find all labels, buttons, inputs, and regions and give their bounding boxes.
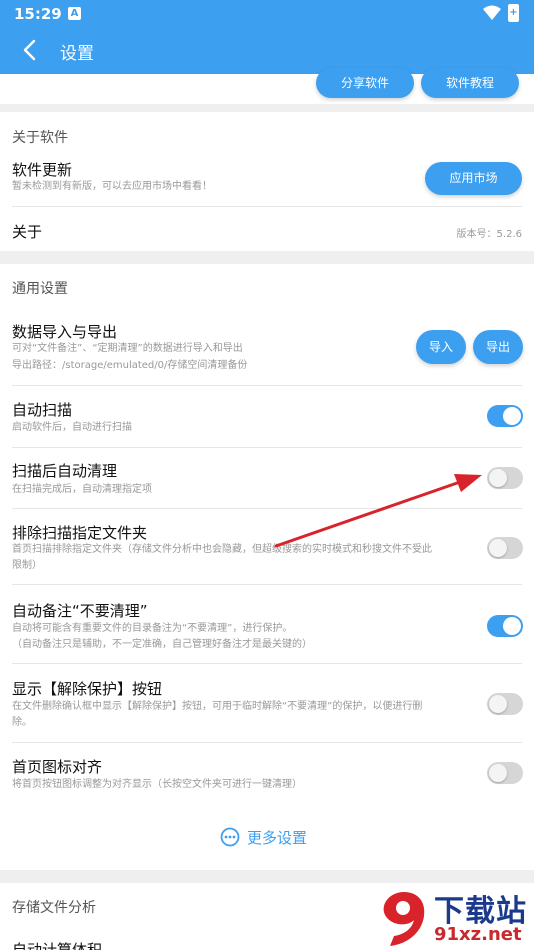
auto-scan-desc: 启动软件后，自动进行扫描 bbox=[12, 422, 132, 433]
status-bar: 15:29 A + bbox=[0, 0, 534, 28]
divider bbox=[12, 663, 522, 664]
divider bbox=[12, 206, 522, 207]
divider bbox=[12, 584, 522, 585]
unprotect-button-desc-2: 除。 bbox=[12, 717, 32, 728]
data-io-desc: 可对“文件备注”、“定期清理”的数据进行导入和导出 bbox=[12, 343, 243, 354]
section-title-general: 通用设置 bbox=[12, 281, 68, 297]
auto-clean-title: 扫描后自动清理 bbox=[12, 462, 118, 480]
auto-note-desc-2: （自动备注只是辅助，不一定准确，自己管理好备注才是最关键的） bbox=[12, 639, 312, 650]
status-time: 15:29 bbox=[14, 5, 62, 23]
auto-note-toggle[interactable] bbox=[487, 615, 523, 637]
toggle-knob bbox=[489, 764, 507, 782]
divider bbox=[12, 385, 522, 386]
toggle-knob bbox=[489, 695, 507, 713]
update-desc: 暂未检测到有新版，可以去应用市场中看看！ bbox=[12, 181, 212, 192]
watermark-url: 91xz.net bbox=[434, 924, 522, 945]
about-title[interactable]: 关于 bbox=[12, 221, 42, 242]
toggle-knob bbox=[503, 617, 521, 635]
icon-align-desc: 将首页按钮图标调整为对齐显示（长按空文件夹可进行一键清理） bbox=[12, 779, 302, 790]
more-dots-icon bbox=[220, 827, 240, 847]
share-card: 分享软件 软件教程 bbox=[0, 68, 534, 104]
auto-scan-title: 自动扫描 bbox=[12, 401, 73, 419]
page-title: 设置 bbox=[60, 44, 94, 64]
toggle-knob bbox=[503, 407, 521, 425]
toggle-knob bbox=[489, 539, 507, 557]
unprotect-button-title: 显示【解除保护】按钮 bbox=[12, 680, 163, 698]
divider bbox=[12, 742, 522, 743]
tutorial-button[interactable]: 软件教程 bbox=[421, 68, 519, 98]
auto-scan-toggle[interactable] bbox=[487, 405, 523, 427]
update-title[interactable]: 软件更新 bbox=[12, 159, 72, 180]
wifi-icon bbox=[483, 5, 501, 20]
import-button[interactable]: 导入 bbox=[416, 330, 466, 364]
app-market-button[interactable]: 应用市场 bbox=[425, 162, 522, 195]
auto-size-title: 自动计算体积 bbox=[12, 941, 103, 950]
divider bbox=[12, 508, 522, 509]
divider bbox=[12, 447, 522, 448]
exclude-folder-desc: 首页扫描排除指定文件夹（存储文件分析中也会隐藏，但超级搜索的实时模式和秒搜文件不… bbox=[12, 544, 432, 555]
general-settings-card: 通用设置 数据导入与导出 可对“文件备注”、“定期清理”的数据进行导入和导出 导… bbox=[0, 264, 534, 870]
version-label: 版本号：5.2.6 bbox=[456, 229, 522, 240]
notification-a-icon: A bbox=[68, 7, 81, 20]
auto-note-desc: 自动将可能含有重要文件的目录备注为“不要清理”，进行保护。 bbox=[12, 623, 293, 634]
data-io-title[interactable]: 数据导入与导出 bbox=[12, 321, 117, 342]
section-title-storage: 存储文件分析 bbox=[12, 900, 96, 916]
unprotect-button-desc: 在文件删除确认框中显示【解除保护】按钮，可用于临时解除“不要清理”的保护，以便进… bbox=[12, 701, 423, 712]
data-io-path: 导出路径：/storage/emulated/0/存储空间清理备份 bbox=[12, 360, 248, 371]
watermark: 下载站 91xz.net bbox=[378, 884, 534, 950]
toggle-knob bbox=[489, 469, 507, 487]
section-title-about: 关于软件 bbox=[12, 130, 68, 146]
exclude-folder-title: 排除扫描指定文件夹 bbox=[12, 524, 148, 542]
share-app-button[interactable]: 分享软件 bbox=[316, 68, 414, 98]
icon-align-title: 首页图标对齐 bbox=[12, 758, 103, 776]
icon-align-toggle[interactable] bbox=[487, 762, 523, 784]
about-card: 关于软件 软件更新 暂未检测到有新版，可以去应用市场中看看！ 应用市场 关于 版… bbox=[0, 112, 534, 251]
exclude-folder-toggle[interactable] bbox=[487, 537, 523, 559]
auto-clean-desc: 在扫描完成后，自动清理指定项 bbox=[12, 484, 152, 495]
export-button[interactable]: 导出 bbox=[473, 330, 523, 364]
unprotect-button-toggle[interactable] bbox=[487, 693, 523, 715]
more-settings-label: 更多设置 bbox=[247, 829, 308, 847]
exclude-folder-desc-2: 限制） bbox=[12, 560, 42, 571]
watermark-logo-icon bbox=[383, 892, 425, 946]
back-arrow-icon[interactable] bbox=[20, 38, 40, 62]
auto-clean-toggle[interactable] bbox=[487, 467, 523, 489]
app-bar: 15:29 A + 设置 bbox=[0, 0, 534, 74]
auto-note-title: 自动备注“不要清理” bbox=[12, 602, 148, 620]
battery-icon: + bbox=[508, 4, 519, 22]
